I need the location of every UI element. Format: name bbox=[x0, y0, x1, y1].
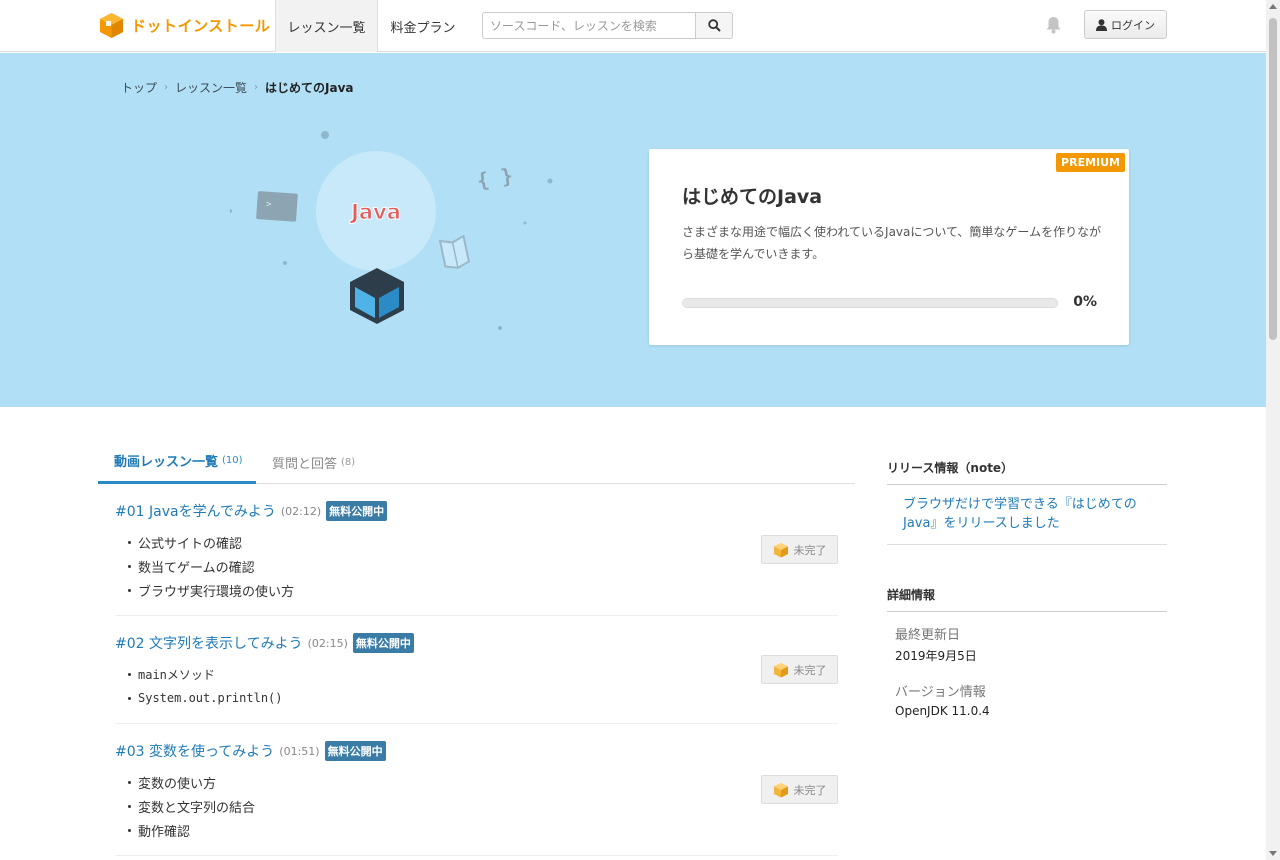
last-updated-value: 2019年9月5日 bbox=[895, 649, 977, 663]
status-label: 未完了 bbox=[793, 664, 827, 677]
list-item: System.out.println() bbox=[115, 686, 838, 710]
tab-questions[interactable]: 質問と回答 (8) bbox=[272, 440, 355, 484]
login-button[interactable]: ログイン bbox=[1084, 10, 1167, 39]
nav-lessons[interactable]: レッスン一覧 bbox=[275, 0, 378, 52]
list-item: 公式サイトの確認 bbox=[115, 530, 838, 554]
version-label: バージョン情報 bbox=[895, 685, 986, 700]
lesson-title-link[interactable]: #03 変数を使ってみよう bbox=[115, 741, 274, 761]
completion-status-button[interactable]: 未完了 bbox=[761, 535, 838, 564]
list-item: 変数の使い方 bbox=[115, 770, 838, 794]
lesson-header: #01 Javaを学んでみよう (02:12) 無料公開中 bbox=[115, 501, 838, 521]
java-label: Java bbox=[349, 200, 401, 224]
lesson-topics: 変数の使い方 変数と文字列の結合 動作確認 bbox=[115, 770, 838, 842]
course-info-card: PREMIUM はじめてのJava さまざまな用途で幅広く使われているJavaに… bbox=[649, 149, 1129, 345]
search-button[interactable] bbox=[695, 12, 733, 39]
lesson-item: #03 変数を使ってみよう (01:51) 無料公開中 変数の使い方 変数と文字… bbox=[115, 741, 838, 856]
login-label: ログイン bbox=[1111, 19, 1155, 32]
status-label: 未完了 bbox=[793, 784, 827, 797]
lesson-tabs: 動画レッスン一覧 (10) 質問と回答 (8) bbox=[98, 440, 855, 484]
scroll-down-arrow[interactable] bbox=[1269, 851, 1277, 856]
cube-icon bbox=[350, 268, 404, 324]
course-title: はじめてのJava bbox=[682, 186, 823, 208]
list-item: 動作確認 bbox=[115, 818, 838, 842]
bell-icon bbox=[1046, 17, 1061, 34]
tab-label: 質問と回答 bbox=[272, 456, 338, 472]
last-updated-label: 最終更新日 bbox=[895, 628, 961, 643]
lesson-box-icon bbox=[773, 782, 788, 797]
lesson-title-link[interactable]: #02 文字列を表示してみよう bbox=[115, 633, 303, 653]
java-illustration: > Java { } bbox=[230, 131, 553, 330]
completion-status-button[interactable]: 未完了 bbox=[761, 775, 838, 804]
version-value: OpenJDK 11.0.4 bbox=[895, 704, 990, 718]
tab-count: (8) bbox=[341, 456, 356, 468]
details-heading: 詳細情報 bbox=[887, 586, 1167, 612]
lesson-title-link[interactable]: #01 Javaを学んでみよう bbox=[115, 501, 276, 521]
search-input[interactable] bbox=[482, 12, 695, 39]
release-note-link[interactable]: ブラウザだけで学習できる『はじめてのJava』をリリースしました bbox=[887, 484, 1167, 545]
logo-box-icon bbox=[100, 13, 123, 38]
lesson-header: #03 変数を使ってみよう (01:51) 無料公開中 bbox=[115, 741, 838, 761]
status-label: 未完了 bbox=[793, 544, 827, 557]
course-description: さまざまな用途で幅広く使われているJavaについて、簡単なゲームを作りながら基礎… bbox=[682, 225, 1102, 261]
breadcrumb-separator: › bbox=[254, 82, 259, 93]
search-icon bbox=[707, 19, 721, 32]
completion-status-button[interactable]: 未完了 bbox=[761, 655, 838, 684]
tab-label: 動画レッスン一覧 bbox=[114, 455, 219, 470]
lesson-duration: (02:15) bbox=[307, 636, 348, 650]
lesson-box-icon bbox=[773, 542, 788, 557]
list-item: ブラウザ実行環境の使い方 bbox=[115, 578, 838, 602]
progress-bar bbox=[682, 298, 1058, 308]
course-hero: トップ › レッスン一覧 › はじめてのJava > Java { } PREM… bbox=[0, 53, 1266, 407]
lesson-topics: 公式サイトの確認 数当てゲームの確認 ブラウザ実行環境の使い方 bbox=[115, 530, 838, 602]
lesson-header: #02 文字列を表示してみよう (02:15) 無料公開中 bbox=[115, 633, 838, 653]
nav-pricing[interactable]: 料金プラン bbox=[379, 0, 467, 52]
progress-label: 0% bbox=[1073, 294, 1097, 310]
scroll-thumb[interactable] bbox=[1269, 18, 1277, 340]
list-item: 変数と文字列の結合 bbox=[115, 794, 838, 818]
page-scrollbar[interactable] bbox=[1266, 0, 1280, 860]
release-info-heading: リリース情報（note） bbox=[887, 459, 1167, 485]
breadcrumb-separator: › bbox=[164, 82, 169, 93]
list-item: 数当てゲームの確認 bbox=[115, 554, 838, 578]
lesson-duration: (02:12) bbox=[280, 504, 322, 518]
braces-icon: { } bbox=[475, 163, 515, 193]
tab-count: (10) bbox=[222, 455, 243, 466]
breadcrumb-top[interactable]: トップ bbox=[121, 79, 157, 96]
user-icon bbox=[1096, 18, 1107, 31]
breadcrumb-current: はじめてのJava bbox=[265, 81, 354, 95]
tab-video-lessons[interactable]: 動画レッスン一覧 (10) bbox=[98, 440, 256, 484]
lesson-item: #02 文字列を表示してみよう (02:15) 無料公開中 mainメソッド S… bbox=[115, 633, 838, 724]
terminal-icon: > bbox=[256, 191, 298, 222]
list-item: mainメソッド bbox=[115, 662, 838, 686]
scroll-up-arrow[interactable] bbox=[1269, 4, 1277, 9]
breadcrumb-lessons[interactable]: レッスン一覧 bbox=[175, 79, 247, 96]
logo-text: ドットインストール bbox=[131, 17, 271, 35]
lesson-item: #01 Javaを学んでみよう (02:12) 無料公開中 公式サイトの確認 数… bbox=[115, 501, 838, 616]
breadcrumb: トップ › レッスン一覧 › はじめてのJava bbox=[121, 79, 354, 96]
top-header: ドットインストール レッスン一覧 料金プラン ログイン bbox=[0, 0, 1266, 52]
notification-button[interactable] bbox=[1045, 16, 1062, 38]
site-logo[interactable]: ドットインストール bbox=[98, 12, 270, 39]
premium-badge: PREMIUM bbox=[1056, 153, 1125, 172]
free-badge: 無料公開中 bbox=[326, 501, 388, 521]
lesson-box-icon bbox=[773, 662, 788, 677]
lesson-topics: mainメソッド System.out.println() bbox=[115, 662, 838, 710]
lesson-duration: (01:51) bbox=[279, 744, 320, 758]
free-badge: 無料公開中 bbox=[324, 741, 386, 761]
free-badge: 無料公開中 bbox=[352, 633, 414, 653]
book-icon bbox=[438, 234, 471, 269]
